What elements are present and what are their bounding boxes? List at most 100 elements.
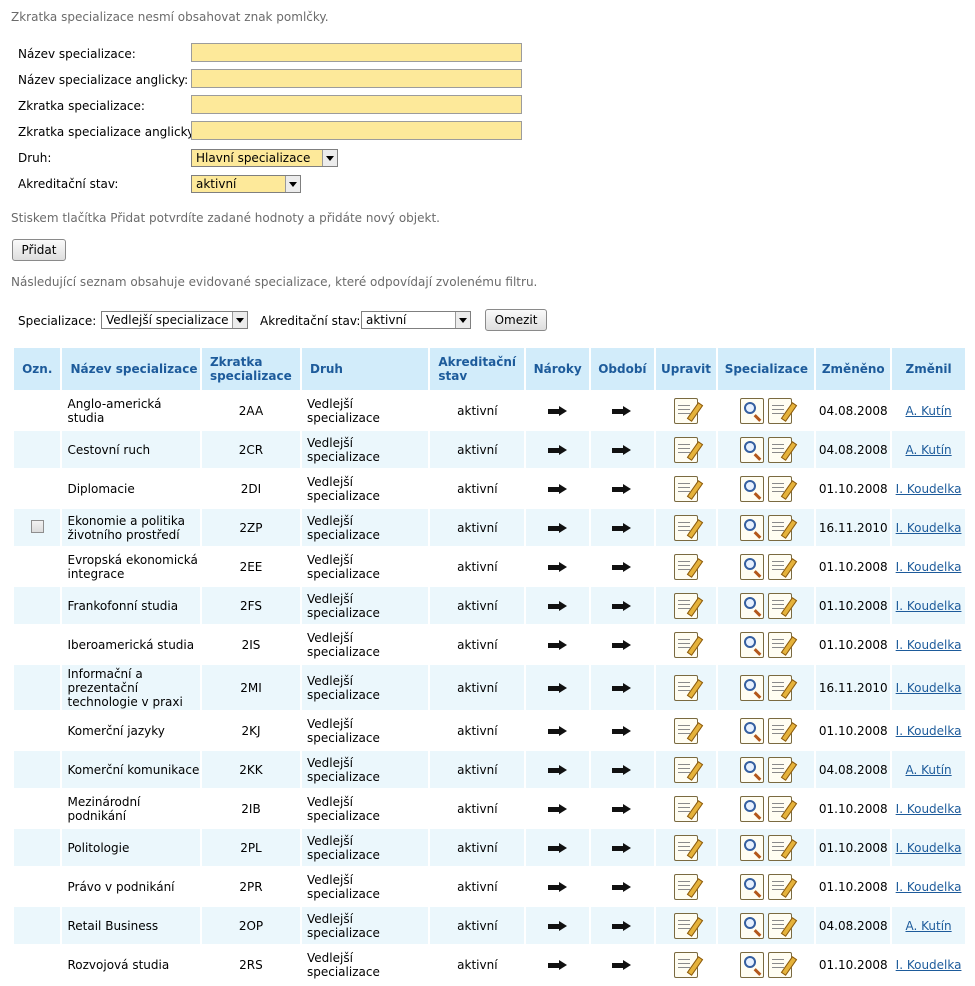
name-input[interactable] xyxy=(191,43,522,62)
edit-note-icon[interactable] xyxy=(768,631,798,658)
edit-note-icon[interactable] xyxy=(768,436,798,463)
edit-note-icon[interactable] xyxy=(674,951,704,978)
edit-note-icon[interactable] xyxy=(674,436,704,463)
arrow-right-icon[interactable] xyxy=(612,726,632,736)
edit-note-icon[interactable] xyxy=(674,592,704,619)
arrow-right-icon[interactable] xyxy=(612,921,632,931)
edit-note-icon[interactable] xyxy=(768,834,798,861)
edit-note-icon[interactable] xyxy=(768,674,798,701)
arrow-right-icon[interactable] xyxy=(612,683,632,693)
arrow-right-icon[interactable] xyxy=(547,882,568,892)
magnifier-icon[interactable] xyxy=(740,834,765,861)
magnifier-icon[interactable] xyxy=(740,436,765,463)
magnifier-icon[interactable] xyxy=(740,795,765,822)
arrow-right-icon[interactable] xyxy=(547,960,568,970)
edit-note-icon[interactable] xyxy=(768,514,798,541)
edit-note-icon[interactable] xyxy=(768,717,798,744)
edit-note-icon[interactable] xyxy=(674,553,704,580)
arrow-right-icon[interactable] xyxy=(547,445,568,455)
arrow-right-icon[interactable] xyxy=(547,484,568,494)
filter-spec-select[interactable]: Vedlejší specializace xyxy=(101,311,248,329)
changer-link[interactable]: I. Koudelka xyxy=(896,880,962,894)
edit-note-icon[interactable] xyxy=(674,717,704,744)
changer-link[interactable]: A. Kutín xyxy=(905,443,951,457)
arrow-right-icon[interactable] xyxy=(547,804,568,814)
edit-note-icon[interactable] xyxy=(674,514,704,541)
edit-note-icon[interactable] xyxy=(674,795,704,822)
changer-link[interactable]: I. Koudelka xyxy=(896,841,962,855)
edit-note-icon[interactable] xyxy=(674,873,704,900)
edit-note-icon[interactable] xyxy=(674,756,704,783)
magnifier-icon[interactable] xyxy=(740,951,765,978)
changer-link[interactable]: I. Koudelka xyxy=(896,681,962,695)
arrow-right-icon[interactable] xyxy=(612,445,632,455)
changer-link[interactable]: I. Koudelka xyxy=(896,802,962,816)
changer-link[interactable]: I. Koudelka xyxy=(896,638,962,652)
arrow-right-icon[interactable] xyxy=(547,765,568,775)
magnifier-icon[interactable] xyxy=(740,553,765,580)
changer-link[interactable]: I. Koudelka xyxy=(896,724,962,738)
chevron-down-icon[interactable] xyxy=(322,150,337,166)
edit-note-icon[interactable] xyxy=(768,873,798,900)
edit-note-icon[interactable] xyxy=(674,912,704,939)
arrow-right-icon[interactable] xyxy=(612,804,632,814)
magnifier-icon[interactable] xyxy=(740,674,765,701)
chevron-down-icon[interactable] xyxy=(455,312,470,328)
arrow-right-icon[interactable] xyxy=(547,640,568,650)
magnifier-icon[interactable] xyxy=(740,756,765,783)
magnifier-icon[interactable] xyxy=(740,717,765,744)
magnifier-icon[interactable] xyxy=(740,873,765,900)
changer-link[interactable]: I. Koudelka xyxy=(896,521,962,535)
changer-link[interactable]: I. Koudelka xyxy=(896,599,962,613)
chevron-down-icon[interactable] xyxy=(232,312,247,328)
edit-note-icon[interactable] xyxy=(674,834,704,861)
edit-note-icon[interactable] xyxy=(674,397,704,424)
arrow-right-icon[interactable] xyxy=(612,843,632,853)
chevron-down-icon[interactable] xyxy=(285,176,300,192)
edit-note-icon[interactable] xyxy=(768,592,798,619)
changer-link[interactable]: A. Kutín xyxy=(905,919,951,933)
abbr-input[interactable] xyxy=(191,95,522,114)
name-en-input[interactable] xyxy=(191,69,522,88)
arrow-right-icon[interactable] xyxy=(547,406,568,416)
changer-link[interactable]: I. Koudelka xyxy=(896,482,962,496)
edit-note-icon[interactable] xyxy=(768,795,798,822)
edit-note-icon[interactable] xyxy=(768,553,798,580)
arrow-right-icon[interactable] xyxy=(612,562,632,572)
edit-note-icon[interactable] xyxy=(768,475,798,502)
magnifier-icon[interactable] xyxy=(740,592,765,619)
magnifier-icon[interactable] xyxy=(740,514,765,541)
kind-select[interactable]: Hlavní specializace xyxy=(191,149,338,167)
magnifier-icon[interactable] xyxy=(740,912,765,939)
edit-note-icon[interactable] xyxy=(674,674,704,701)
arrow-right-icon[interactable] xyxy=(612,765,632,775)
edit-note-icon[interactable] xyxy=(768,912,798,939)
arrow-right-icon[interactable] xyxy=(547,726,568,736)
abbr-en-input[interactable] xyxy=(191,121,522,140)
magnifier-icon[interactable] xyxy=(740,397,765,424)
accred-select[interactable]: aktivní xyxy=(191,175,301,193)
edit-note-icon[interactable] xyxy=(674,475,704,502)
row-checkbox[interactable] xyxy=(30,519,44,533)
magnifier-icon[interactable] xyxy=(740,631,765,658)
arrow-right-icon[interactable] xyxy=(547,601,568,611)
arrow-right-icon[interactable] xyxy=(547,921,568,931)
edit-note-icon[interactable] xyxy=(768,951,798,978)
arrow-right-icon[interactable] xyxy=(612,960,632,970)
edit-note-icon[interactable] xyxy=(674,631,704,658)
edit-note-icon[interactable] xyxy=(768,397,798,424)
arrow-right-icon[interactable] xyxy=(547,683,568,693)
edit-note-icon[interactable] xyxy=(768,756,798,783)
changer-link[interactable]: A. Kutín xyxy=(905,404,951,418)
arrow-right-icon[interactable] xyxy=(547,562,568,572)
arrow-right-icon[interactable] xyxy=(612,406,632,416)
arrow-right-icon[interactable] xyxy=(612,882,632,892)
add-button[interactable]: Přidat xyxy=(12,239,66,261)
arrow-right-icon[interactable] xyxy=(612,640,632,650)
changer-link[interactable]: A. Kutín xyxy=(905,763,951,777)
magnifier-icon[interactable] xyxy=(740,475,765,502)
changer-link[interactable]: I. Koudelka xyxy=(896,560,962,574)
arrow-right-icon[interactable] xyxy=(547,523,568,533)
changer-link[interactable]: I. Koudelka xyxy=(896,958,962,972)
filter-accred-select[interactable]: aktivní xyxy=(361,311,471,329)
